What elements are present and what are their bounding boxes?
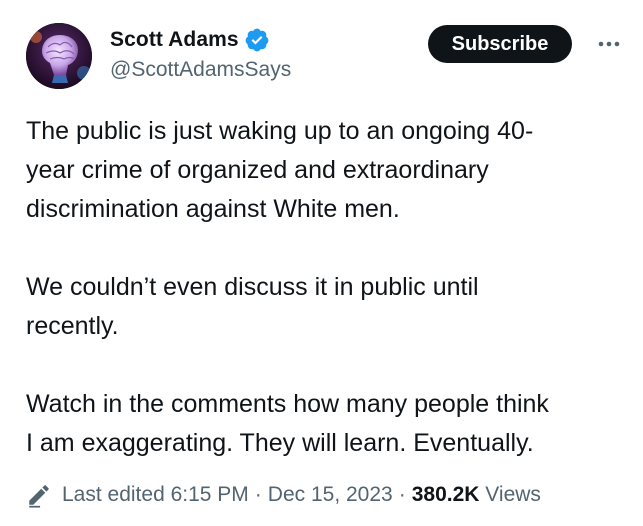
separator: · xyxy=(254,483,262,506)
tweet-card: Scott Adams @ScottAdamsSays Subscribe Th… xyxy=(0,0,643,526)
last-edited-link[interactable]: Last edited 6:15 PM xyxy=(62,483,249,507)
verified-badge-icon[interactable] xyxy=(244,27,270,53)
more-horizontal-icon[interactable] xyxy=(592,29,626,59)
tweet-paragraph: Watch in the comments how many people th… xyxy=(26,390,549,457)
display-name-row: Scott Adams xyxy=(110,27,291,53)
pencil-icon xyxy=(26,482,52,508)
tweet-meta: Last edited 6:15 PM · Dec 15, 2023 · 380… xyxy=(26,480,541,510)
user-names: Scott Adams @ScottAdamsSays xyxy=(110,27,291,82)
views-count: 380.2K xyxy=(411,483,480,506)
tweet-paragraph: The public is just waking up to an ongoi… xyxy=(26,117,534,223)
tweet-date[interactable]: Dec 15, 2023 xyxy=(268,483,393,507)
user-handle[interactable]: @ScottAdamsSays xyxy=(110,58,291,82)
tweet-paragraph: We couldn’t even discuss it in public un… xyxy=(26,273,479,340)
display-name[interactable]: Scott Adams xyxy=(110,28,239,52)
avatar-image xyxy=(26,23,92,89)
views-label: Views xyxy=(485,483,541,506)
tweet-text: The public is just waking up to an ongoi… xyxy=(26,112,626,463)
subscribe-button[interactable]: Subscribe xyxy=(428,25,572,63)
tweet-header: Scott Adams @ScottAdamsSays Subscribe xyxy=(26,23,626,89)
separator: · xyxy=(398,483,406,506)
avatar[interactable] xyxy=(26,23,92,89)
